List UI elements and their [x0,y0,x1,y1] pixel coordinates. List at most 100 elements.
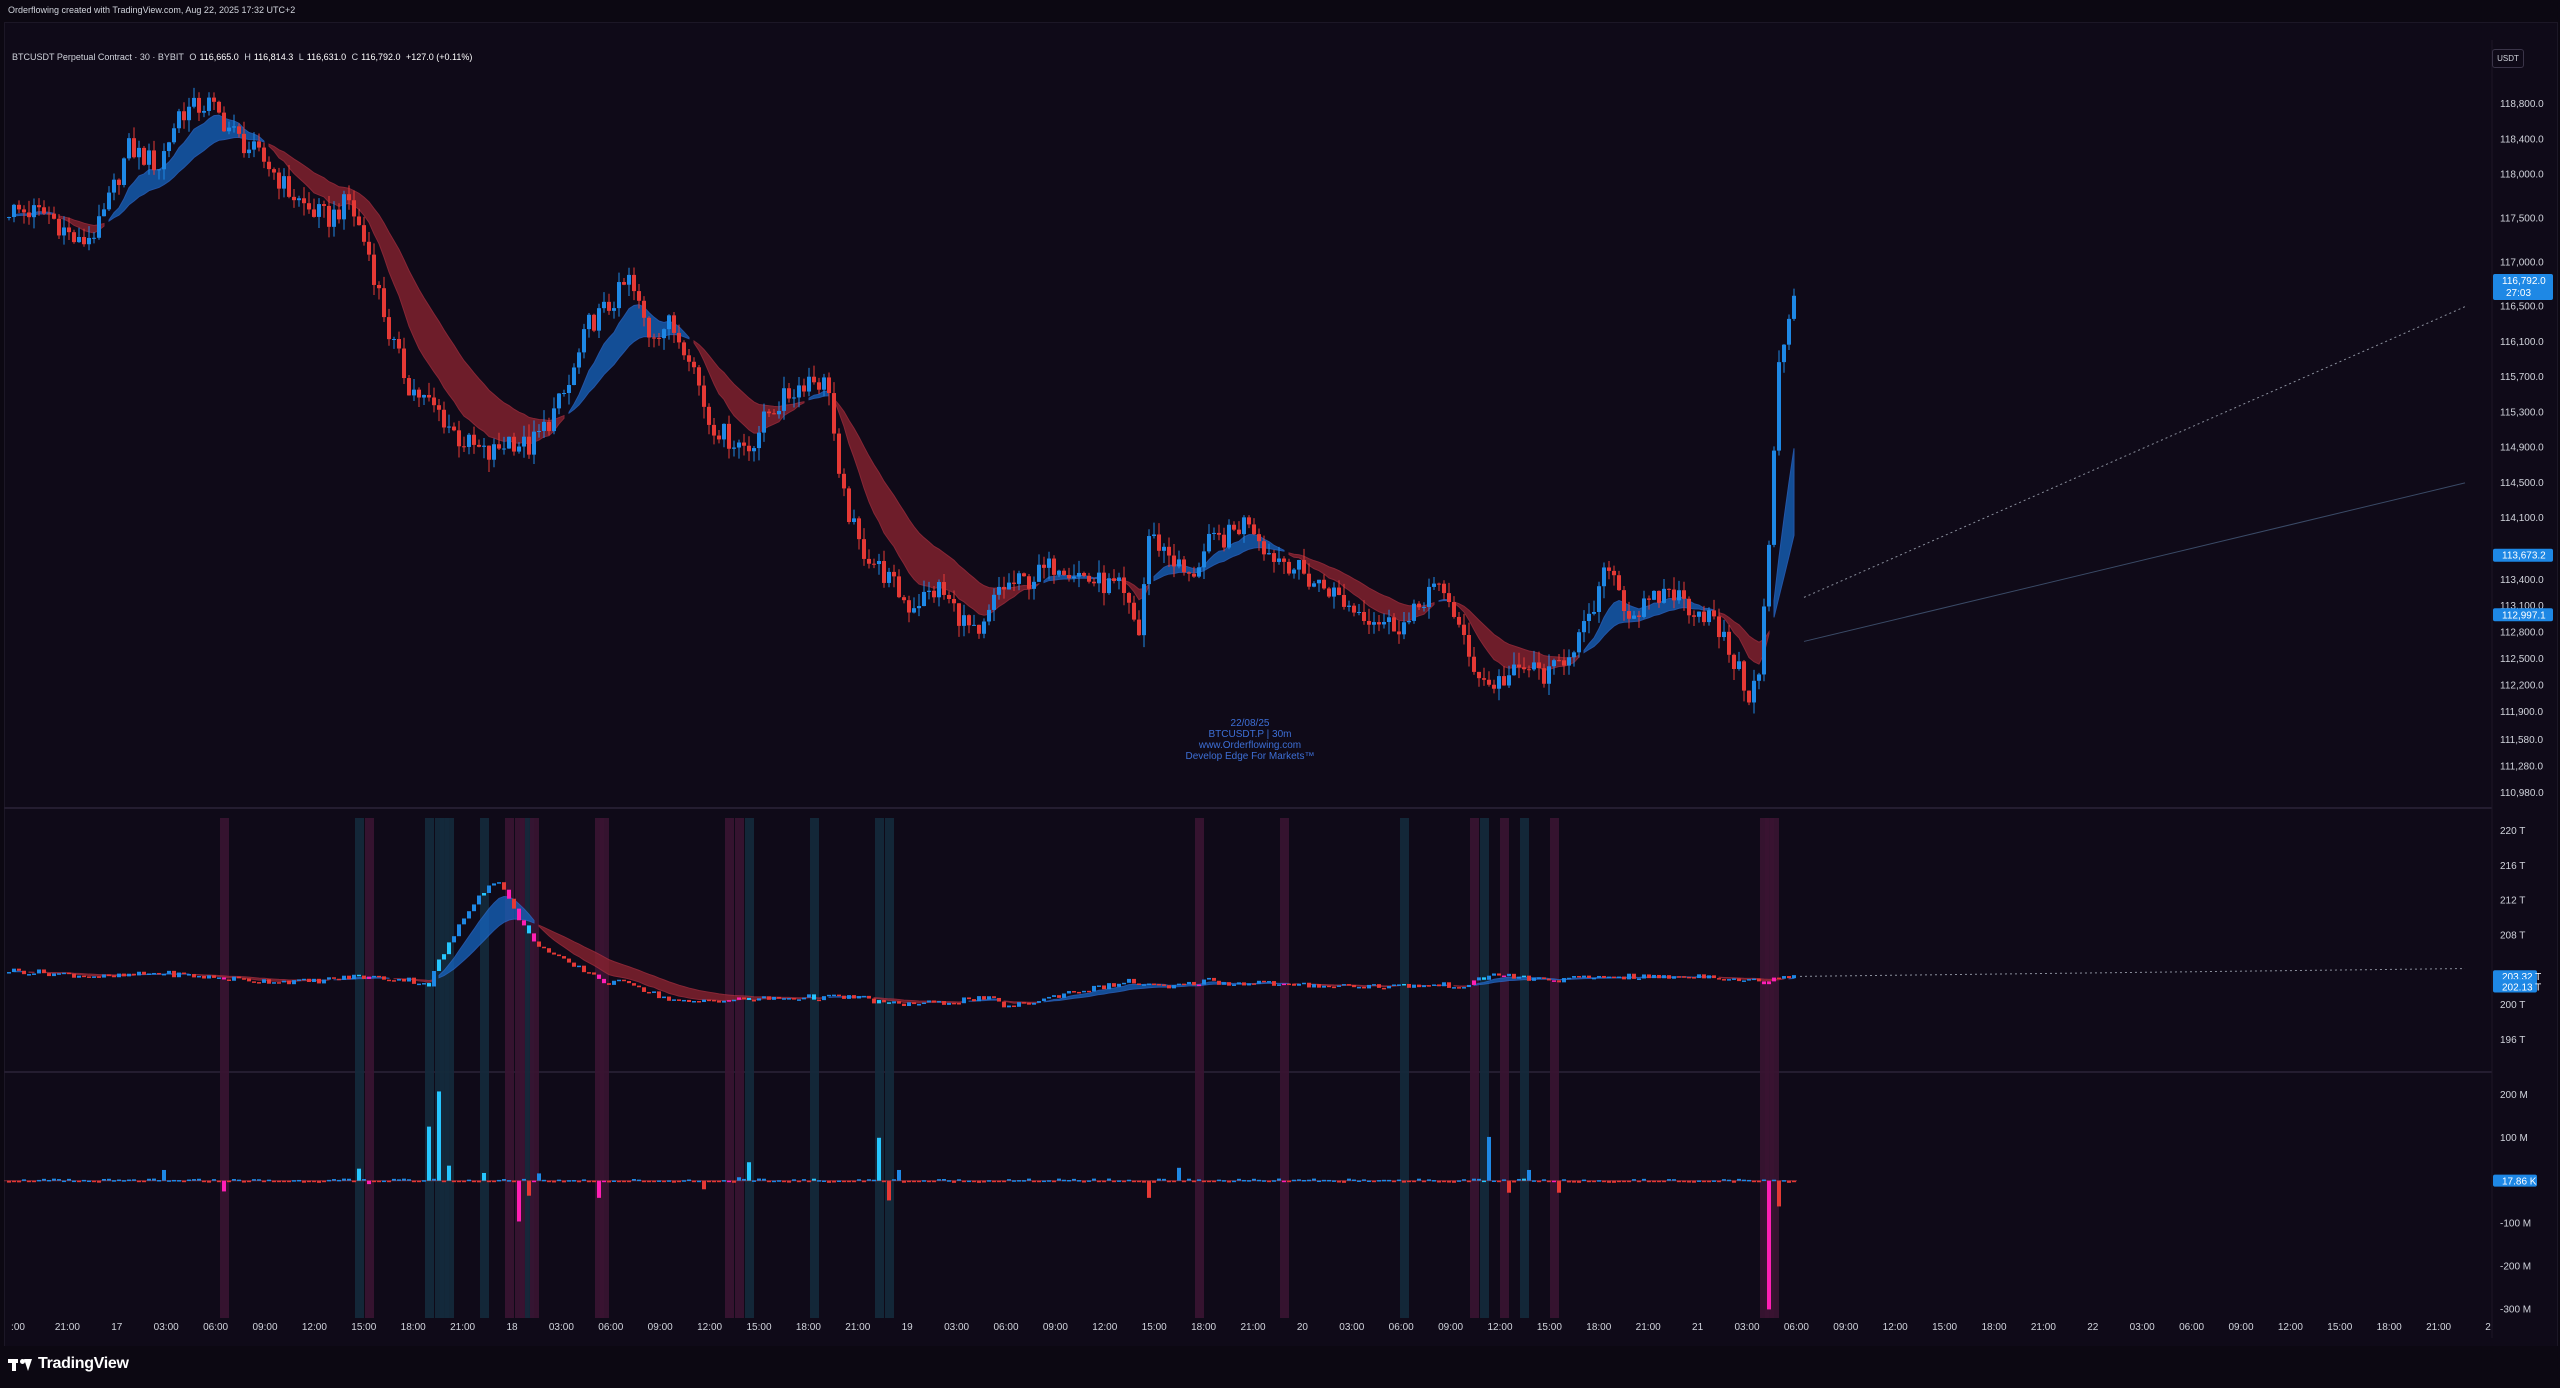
price-ema-ribbon [1718,612,1770,665]
cvd-candle [562,956,566,959]
price-axis-tick: 112,800.0 [2500,628,2544,639]
cvd-candle [882,1000,886,1003]
cvd-candle [447,942,451,955]
cvd-candle [1207,977,1211,980]
cvd-candle [1027,1002,1031,1005]
price-candle [707,406,711,425]
delta-bar [162,1169,166,1181]
delta-bar [82,1179,86,1182]
delta-bar [1482,1180,1486,1183]
delta-bar [1337,1180,1341,1183]
cvd-candle [782,998,786,1000]
delta-bar [1397,1179,1401,1182]
delta-bar [537,1173,541,1181]
cvd-candle [7,972,11,974]
delta-bar [1302,1179,1306,1182]
delta-bar [1357,1180,1361,1182]
delta-bar [1522,1178,1526,1181]
cvd-candle [827,994,831,997]
cvd-candle [967,997,971,1000]
delta-bar [137,1180,141,1183]
delta-bar [1292,1179,1296,1182]
price-candle [1627,611,1631,619]
price-candle [87,237,91,245]
cvd-candle [1152,983,1156,986]
cvd-candle [627,980,631,984]
delta-bar [1467,1180,1471,1183]
delta-bar [1742,1179,1746,1182]
price-candle [1682,590,1686,599]
delta-bar [562,1180,566,1183]
cvd-candle [312,978,316,983]
price-axis-tick: 111,280.0 [2500,762,2543,773]
cvd-candle [232,976,236,981]
delta-bar [627,1180,631,1183]
price-candle [1737,661,1741,669]
price-candle [907,600,911,613]
cvd-candle [297,979,301,981]
price-candle [1617,575,1621,591]
price-candle [97,216,101,238]
cvd-candle [867,995,871,999]
price-candle [92,237,96,239]
cvd-candle [302,978,306,981]
delta-bar [532,1180,536,1183]
cvd-candle [727,1000,731,1002]
cvd-candle [842,995,846,999]
delta-bar [322,1180,326,1183]
delta-bar [1737,1178,1741,1181]
delta-bar [1037,1180,1041,1183]
delta-bar [1597,1180,1601,1182]
delta-bar [1662,1180,1666,1183]
cvd-candle [1687,976,1691,979]
price-candle [1512,664,1516,676]
cvd-candle [1577,976,1581,978]
price-candle [657,337,661,339]
delta-bar [717,1180,721,1183]
currency-button[interactable]: USDT [2492,49,2524,68]
highlight-column [220,818,229,1318]
price-candle [1642,598,1646,617]
cvd-candle [377,975,381,978]
cvd-candle [1112,983,1116,987]
price-candle [842,473,846,489]
price-candle [877,561,881,565]
cvd-candle [1142,984,1146,986]
price-candle [817,382,821,390]
price-candle [892,571,896,577]
time-axis-tick: 17 [111,1322,123,1333]
price-candle [212,97,216,102]
price-candle [857,518,861,540]
low-label: L [298,52,304,62]
price-candle [927,590,931,592]
time-axis-tick: 15:00 [1142,1322,1167,1333]
cvd-candle [22,970,26,975]
delta-bar [197,1178,201,1181]
symbol-name[interactable]: BTCUSDT Perpetual Contract · 30 · BYBIT [12,52,184,62]
cvd-candle [462,918,466,925]
cvd-candle [947,1002,951,1005]
cvd-candle [532,933,536,942]
price-candle [1117,577,1121,582]
cvd-candle [227,979,231,981]
price-candle [1447,593,1451,603]
cvd-candle [477,895,481,905]
delta-bar [332,1179,336,1181]
time-axis-tick: 06:00 [2179,1322,2204,1333]
cvd-candle [1162,984,1166,986]
delta-bar [457,1180,461,1183]
price-candle [142,147,146,165]
cvd-candle [907,1002,911,1007]
cvd-candle [1627,973,1631,980]
price-candle [1302,559,1306,574]
cvd-candle [1387,986,1391,989]
cvd-candle [342,975,346,980]
price-candle [1422,606,1426,608]
chart-canvas[interactable]: 118,800.0 118,400.0 118,000.0 117,500.0 117,… [0,0,2560,1388]
price-candle [1417,603,1421,608]
cvd-candle [1437,984,1441,987]
cvd-candle [432,970,436,987]
cvd-candle [697,1001,701,1003]
tradingview-logo[interactable]: TradingView [8,1355,129,1373]
cvd-candle [512,898,516,909]
